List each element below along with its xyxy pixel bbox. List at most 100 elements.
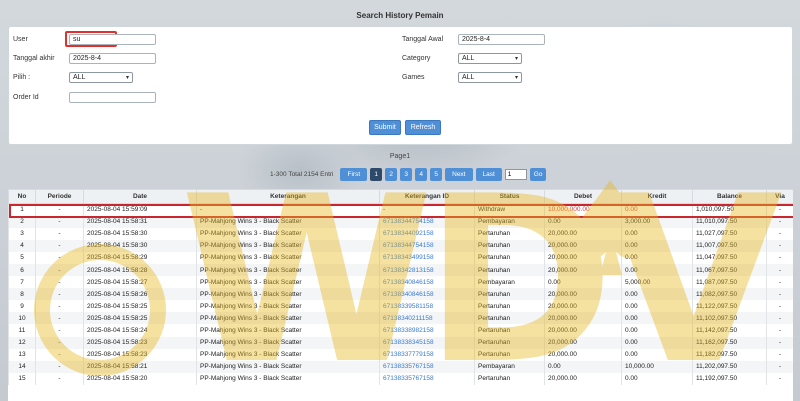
cell-date: 2025-08-04 15:58:23 [83, 348, 197, 361]
table-row[interactable]: 6-2025-08-04 15:58:28 PP-Mahjong Wins 3 -… [8, 263, 793, 277]
order-id-input[interactable] [69, 92, 156, 103]
history-table-container: No Periode Date Keterangan Keterangan ID… [8, 189, 793, 401]
cell-balance: 11,047,097.50 [692, 251, 767, 264]
category-select[interactable]: ALL ▾ [458, 53, 522, 64]
last-page-button[interactable]: Last [475, 167, 502, 181]
cell-keterangan-id[interactable]: 67138343499158 [379, 251, 475, 264]
table-row[interactable]: 13-2025-08-04 15:58:23 PP-Mahjong Wins 3 … [8, 348, 793, 361]
cell-no: 8 [8, 288, 36, 301]
chevron-down-icon: ▾ [125, 75, 129, 81]
tanggal-awal-input[interactable] [458, 34, 545, 45]
col-header-keterangan-id[interactable]: Keterangan ID [379, 189, 475, 204]
cell-status: Pertaruhan [474, 348, 545, 361]
table-row[interactable]: 11-2025-08-04 15:58:24 PP-Mahjong Wins 3 … [8, 324, 793, 337]
cell-kredit: 0.00 [621, 372, 693, 385]
cell-kredit: 3,000.00 [621, 215, 693, 228]
order-id-row: Order Id [13, 92, 156, 103]
cell-date: 2025-08-04 15:58:26 [83, 288, 197, 301]
cell-keterangan-id[interactable]: 67138340211158 [379, 312, 475, 325]
cell-kredit: 0.00 [621, 348, 693, 361]
cell-periode: - [35, 288, 84, 301]
page-button-5[interactable]: 5 [430, 167, 443, 181]
first-page-button[interactable]: First [340, 167, 368, 181]
cell-kredit: 0.00 [621, 312, 693, 325]
cell-periode: - [35, 203, 84, 216]
col-header-debet[interactable]: Debet [544, 189, 622, 204]
table-row[interactable]: 15-2025-08-04 15:58:20 PP-Mahjong Wins 3 … [8, 372, 793, 385]
user-row: User [13, 34, 156, 45]
user-input[interactable] [69, 34, 156, 45]
tanggal-akhir-input[interactable] [69, 53, 156, 64]
go-button[interactable]: Go [529, 167, 547, 181]
cell-keterangan-id[interactable]: 67138335767158 [379, 372, 475, 385]
cell-status: Pembayaran [474, 360, 545, 373]
col-header-status[interactable]: Status [474, 189, 545, 204]
cell-periode: - [35, 215, 84, 228]
col-header-keterangan[interactable]: Keterangan [196, 189, 380, 204]
col-header-periode[interactable]: Periode [35, 189, 84, 204]
page-button-3[interactable]: 3 [400, 167, 413, 181]
goto-page-input[interactable] [504, 168, 527, 180]
cell-date: 2025-08-04 15:58:27 [83, 276, 197, 289]
table-row[interactable]: 10-2025-08-04 15:58:25 PP-Mahjong Wins 3 … [8, 312, 793, 325]
cell-keterangan-id: - [379, 203, 475, 216]
cell-via: - [766, 263, 793, 277]
col-header-no[interactable]: No [8, 189, 36, 204]
cell-keterangan-id[interactable]: 67138340846158 [379, 276, 475, 289]
games-select[interactable]: ALL ▾ [458, 72, 522, 83]
table-row[interactable]: 2-2025-08-04 15:58:31 PP-Mahjong Wins 3 -… [8, 215, 793, 228]
cell-keterangan-id[interactable]: 67138338345158 [379, 336, 475, 349]
cell-keterangan-id[interactable]: 67138344754158 [379, 215, 475, 228]
cell-date: 2025-08-04 15:58:31 [83, 215, 197, 228]
cell-keterangan-id[interactable]: 67138342813158 [379, 263, 475, 277]
cell-keterangan-id[interactable]: 67138339581158 [379, 300, 475, 313]
table-row[interactable]: 12-2025-08-04 15:58:23 PP-Mahjong Wins 3 … [8, 336, 793, 349]
cell-keterangan-id[interactable]: 67138344754158 [379, 239, 475, 252]
col-header-date[interactable]: Date [83, 189, 197, 204]
col-header-kredit[interactable]: Kredit [621, 189, 693, 204]
cell-keterangan-id[interactable]: 67138340846158 [379, 288, 475, 301]
table-row[interactable]: 1-2025-08-04 15:59:09- - Withdraw 10,000,00… [8, 203, 793, 216]
table-row[interactable]: 8-2025-08-04 15:58:26 PP-Mahjong Wins 3 -… [8, 288, 793, 301]
cell-no: 6 [8, 263, 36, 277]
cell-status: Pertaruhan [474, 251, 545, 264]
page-button-2[interactable]: 2 [385, 167, 398, 181]
search-form-panel: User Tanggal Awal Tanggal akhir Category… [8, 26, 793, 145]
table-row[interactable]: 14-2025-08-04 15:58:21 PP-Mahjong Wins 3 … [8, 360, 793, 373]
pilih-select[interactable]: ALL ▾ [69, 72, 133, 83]
cell-via: - [766, 372, 793, 385]
cell-status: Pembayaran [474, 276, 545, 289]
table-row[interactable]: 9-2025-08-04 15:58:25 PP-Mahjong Wins 3 -… [8, 300, 793, 313]
page-title: Search History Pemain [356, 11, 444, 20]
cell-balance: 11,082,097.50 [692, 288, 767, 301]
chevron-down-icon: ▾ [514, 75, 518, 81]
cell-periode: - [35, 227, 84, 240]
cell-keterangan-id[interactable]: 67138335767158 [379, 360, 475, 373]
submit-button[interactable]: Submit [369, 120, 401, 135]
col-header-balance[interactable]: Balance [692, 189, 767, 204]
cell-periode: - [35, 239, 84, 252]
page-button-4[interactable]: 4 [415, 167, 428, 181]
cell-keterangan-id[interactable]: 67138338982158 [379, 324, 475, 337]
page-button-1[interactable]: 1 [370, 167, 383, 181]
cell-via: - [766, 227, 793, 240]
cell-kredit: 0.00 [621, 324, 693, 337]
table-row[interactable]: 5-2025-08-04 15:58:29 PP-Mahjong Wins 3 -… [8, 251, 793, 264]
cell-keterangan: PP-Mahjong Wins 3 - Black Scatter [196, 263, 380, 277]
cell-debet: 10,000,000.00 [544, 203, 622, 216]
cell-debet: 20,000.00 [544, 239, 622, 252]
refresh-button[interactable]: Refresh [405, 120, 441, 135]
table-row[interactable]: 4-2025-08-04 15:58:30 PP-Mahjong Wins 3 -… [8, 239, 793, 252]
cell-balance: 11,010,097.50 [692, 215, 767, 228]
cell-balance: 11,122,097.50 [692, 300, 767, 313]
cell-via: - [766, 203, 793, 216]
cell-keterangan-id[interactable]: 67138344092158 [379, 227, 475, 240]
cell-via: - [766, 312, 793, 325]
tanggal-akhir-label: Tanggal akhir [13, 55, 55, 62]
cell-debet: 0.00 [544, 276, 622, 289]
next-page-button[interactable]: Next [445, 167, 473, 181]
cell-keterangan-id[interactable]: 67138337779158 [379, 348, 475, 361]
table-row[interactable]: 3-2025-08-04 15:58:30 PP-Mahjong Wins 3 -… [8, 227, 793, 240]
col-header-via[interactable]: Via [766, 189, 793, 204]
table-row[interactable]: 7-2025-08-04 15:58:27 PP-Mahjong Wins 3 -… [8, 276, 793, 289]
